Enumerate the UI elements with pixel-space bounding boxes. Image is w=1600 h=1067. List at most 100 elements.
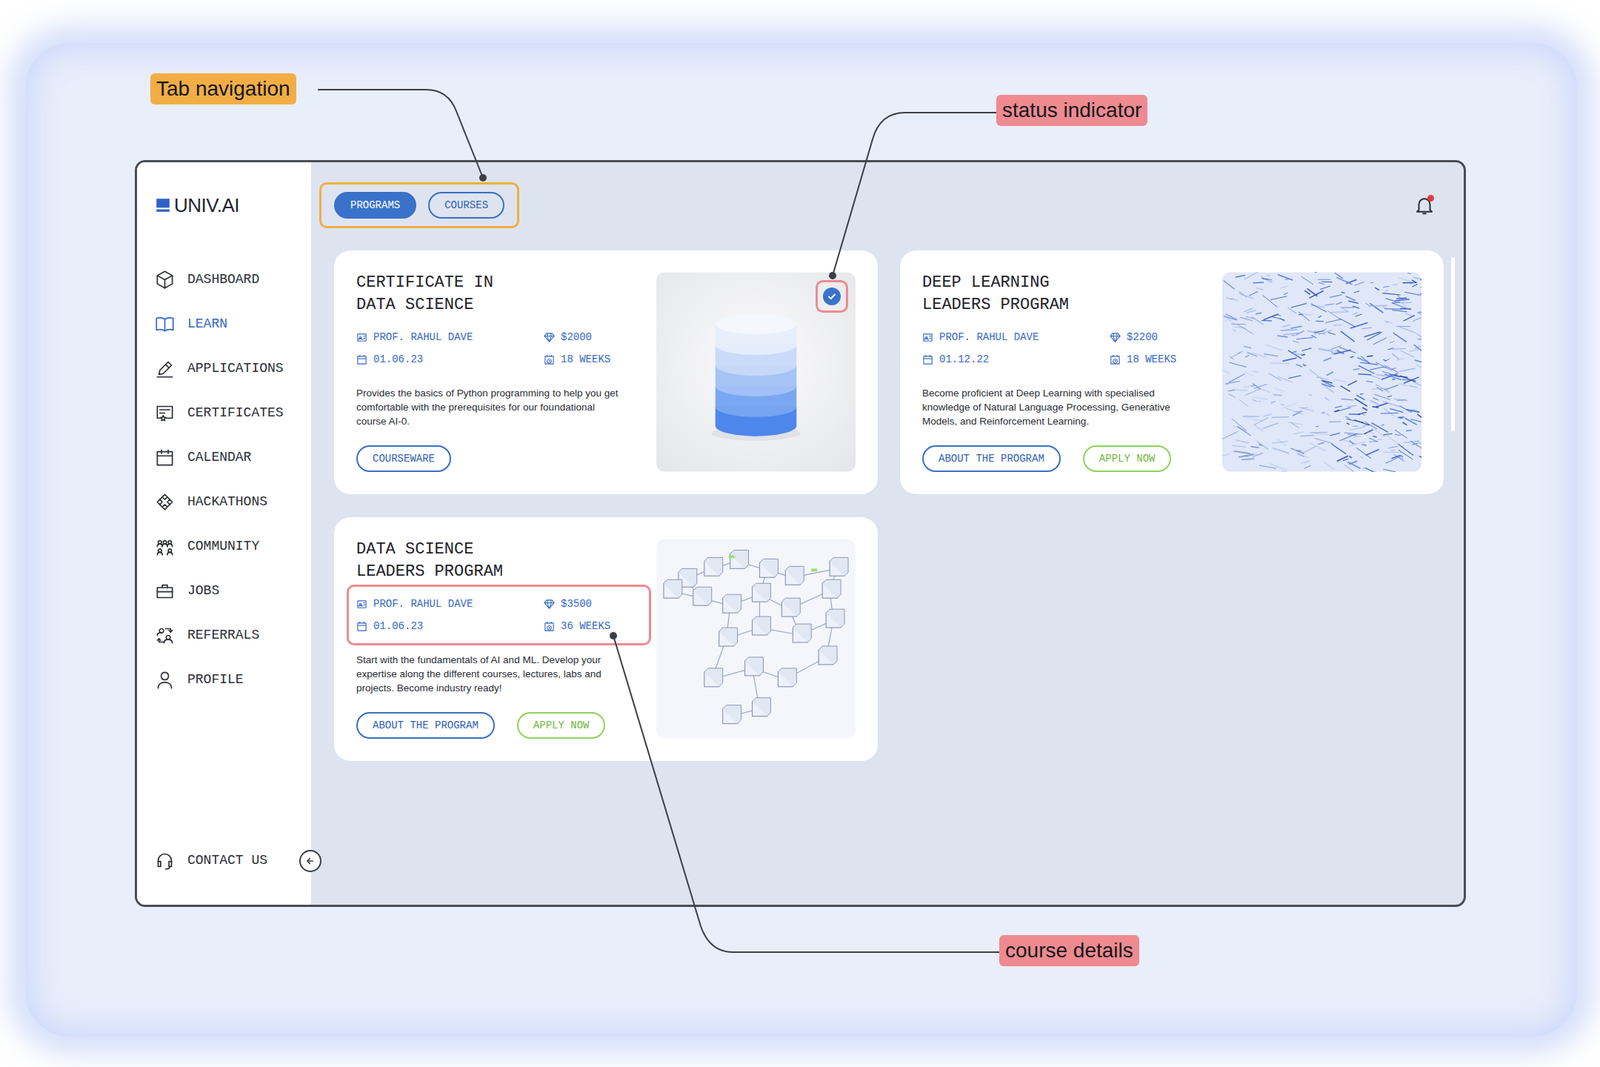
backdrop: UNIV.AI DASHBOARD LEARN APPLICATIONS CERTIFI… <box>25 42 1578 1037</box>
instructor-icon <box>922 331 934 343</box>
duration: 18 WEEKS <box>1109 348 1208 371</box>
instructor-text: PROF. RAHUL DAVE <box>373 597 473 610</box>
collapse-button[interactable] <box>299 849 322 872</box>
course-details: PROF. RAHUL DAVE $200001.06.23 18 WEEKS <box>346 317 652 379</box>
card-button[interactable]: COURSEWARE <box>356 445 452 472</box>
sidebar-item[interactable]: DASHBOARD <box>154 257 312 302</box>
calendar-icon <box>356 354 368 366</box>
top-bar: PROGRAMS COURSES <box>334 189 1436 221</box>
sidebar-item[interactable]: CERTIFICATES <box>154 390 312 435</box>
sidebar-item[interactable]: CALENDAR <box>154 434 312 480</box>
sidebar-item[interactable]: LEARN <box>154 301 312 346</box>
logo-text: UNIV.AI <box>174 194 240 218</box>
calendar-icon <box>154 447 175 468</box>
price: $2200 <box>1109 325 1208 349</box>
card-actions: ABOUT THE PROGRAM APPLY NOW <box>356 698 642 739</box>
sidebar-item[interactable]: COMMUNITY <box>154 523 312 569</box>
headset-icon <box>154 850 175 871</box>
sidebar-item-label: HACKATHONS <box>187 494 268 509</box>
community-icon <box>154 536 175 557</box>
card-button[interactable]: ABOUT THE PROGRAM <box>922 445 1061 472</box>
texture-illustration <box>1222 271 1422 472</box>
card-title: CERTIFICATE INDATA SCIENCE <box>356 271 642 317</box>
cert-icon <box>154 402 175 423</box>
card-button[interactable]: ABOUT THE PROGRAM <box>356 711 495 739</box>
profile-icon <box>154 669 175 690</box>
sidebar-item-label: CERTIFICATES <box>187 405 284 420</box>
card-title-line: CERTIFICATE IN <box>356 271 642 295</box>
cube-icon <box>154 269 175 290</box>
card-image <box>1222 271 1422 472</box>
check-icon <box>825 290 838 303</box>
main-content: PROGRAMSCOURSESCERTIFICATE INDATA SCIENC… <box>311 162 1464 905</box>
sidebar-item[interactable]: JOBS <box>154 568 312 613</box>
unread-dot <box>1427 194 1435 202</box>
app-window: UNIV.AI DASHBOARD LEARN APPLICATIONS CERTIFI… <box>134 160 1466 907</box>
sidebar-item-label: COMMUNITY <box>187 538 260 554</box>
contact-us[interactable]: CONTACT US <box>154 837 312 883</box>
instructor: PROF. RAHUL DAVE <box>356 592 544 615</box>
sidebar-item-label: JOBS <box>187 582 220 598</box>
instructor-text: PROF. RAHUL DAVE <box>373 331 473 343</box>
details-connector-dot <box>609 631 618 640</box>
annotation-label: status indicator <box>996 94 1148 126</box>
card-title-line: DATA SCIENCE <box>356 294 642 317</box>
card-title: DATA SCIENCELEADERS PROGRAM <box>356 538 642 583</box>
card-actions: COURSEWARE <box>356 431 642 472</box>
sidebar-item[interactable]: APPLICATIONS <box>154 345 312 391</box>
clock-icon <box>543 354 555 366</box>
card-image <box>656 538 856 739</box>
diamond-icon <box>1109 331 1121 343</box>
sidebar-item[interactable]: PROFILE <box>154 657 312 702</box>
page: UNIV.AI DASHBOARD LEARN APPLICATIONS CERTIFI… <box>0 0 1600 1067</box>
sidebar-item-label: DASHBOARD <box>187 271 260 287</box>
instructor-icon <box>356 331 368 343</box>
card-description: Start with the fundamentals of AI and ML… <box>356 652 623 695</box>
sidebar-item-label: LEARN <box>187 316 228 332</box>
price: $2000 <box>543 325 642 349</box>
notifications-button[interactable] <box>1413 194 1436 217</box>
tab-connector-dot <box>479 174 487 182</box>
logo[interactable]: UNIV.AI <box>154 191 312 219</box>
card-title-line: LEADERS PROGRAM <box>356 560 642 583</box>
start-date: 01.12.22 <box>922 348 1110 371</box>
price-text: $2200 <box>1126 331 1158 343</box>
start-date-text: 01.12.22 <box>939 353 989 366</box>
sidebar-item[interactable]: REFERRALS <box>154 612 312 658</box>
card-title: DEEP LEARNINGLEADERS PROGRAM <box>922 271 1208 317</box>
tab-navigation: PROGRAMS COURSES <box>319 182 520 229</box>
pen-icon <box>154 358 175 379</box>
card-body: DEEP LEARNINGLEADERS PROGRAM PROF. RAHUL … <box>922 271 1208 472</box>
sidebar-item[interactable]: HACKATHONS <box>154 479 312 524</box>
status-indicator <box>815 280 849 313</box>
scrollbar[interactable] <box>1451 257 1455 432</box>
annotation-label: course details <box>999 934 1140 966</box>
start-date: 01.06.23 <box>356 614 544 638</box>
card-description: Become proficient at Deep Learning with … <box>922 385 1189 429</box>
arrow-left-icon <box>302 853 318 869</box>
card-title-line: DATA SCIENCE <box>356 538 642 561</box>
details-connector <box>613 635 1000 952</box>
course-details: PROF. RAHUL DAVE$350001.06.2336 WEEKS <box>346 584 652 646</box>
duration-text: 18 WEEKS <box>1126 353 1177 366</box>
card-description: Provides the basics of Python programmin… <box>356 385 623 429</box>
card-image <box>656 271 856 472</box>
tab[interactable]: COURSES <box>428 191 505 219</box>
card-grid: CERTIFICATE INDATA SCIENCEPROF. RAHUL DA… <box>334 250 1436 761</box>
start-date: 01.06.23 <box>356 348 544 371</box>
card-title-line: LEADERS PROGRAM <box>922 294 1208 317</box>
program-card: DATA SCIENCELEADERS PROGRAM PROF. RAHUL D… <box>334 517 878 761</box>
instructor: PROF. RAHUL DAVE <box>922 325 1110 349</box>
sidebar-item-label: CALENDAR <box>187 449 252 465</box>
card-body: DATA SCIENCELEADERS PROGRAM PROF. RAHUL D… <box>356 538 642 739</box>
program-card: DEEP LEARNINGLEADERS PROGRAM PROF. RAHUL … <box>900 250 1444 495</box>
program-card: CERTIFICATE INDATA SCIENCEPROF. RAHUL DA… <box>334 250 878 495</box>
duration-text: 36 WEEKS <box>560 620 611 632</box>
card-button[interactable]: APPLY NOW <box>1082 445 1172 472</box>
contact-us-label: CONTACT US <box>187 852 268 868</box>
tab[interactable]: PROGRAMS <box>334 191 417 219</box>
start-date-text: 01.06.23 <box>373 620 423 632</box>
card-button[interactable]: APPLY NOW <box>517 711 606 739</box>
duration-text: 18 WEEKS <box>560 353 611 366</box>
sidebar-item-label: PROFILE <box>187 671 244 687</box>
